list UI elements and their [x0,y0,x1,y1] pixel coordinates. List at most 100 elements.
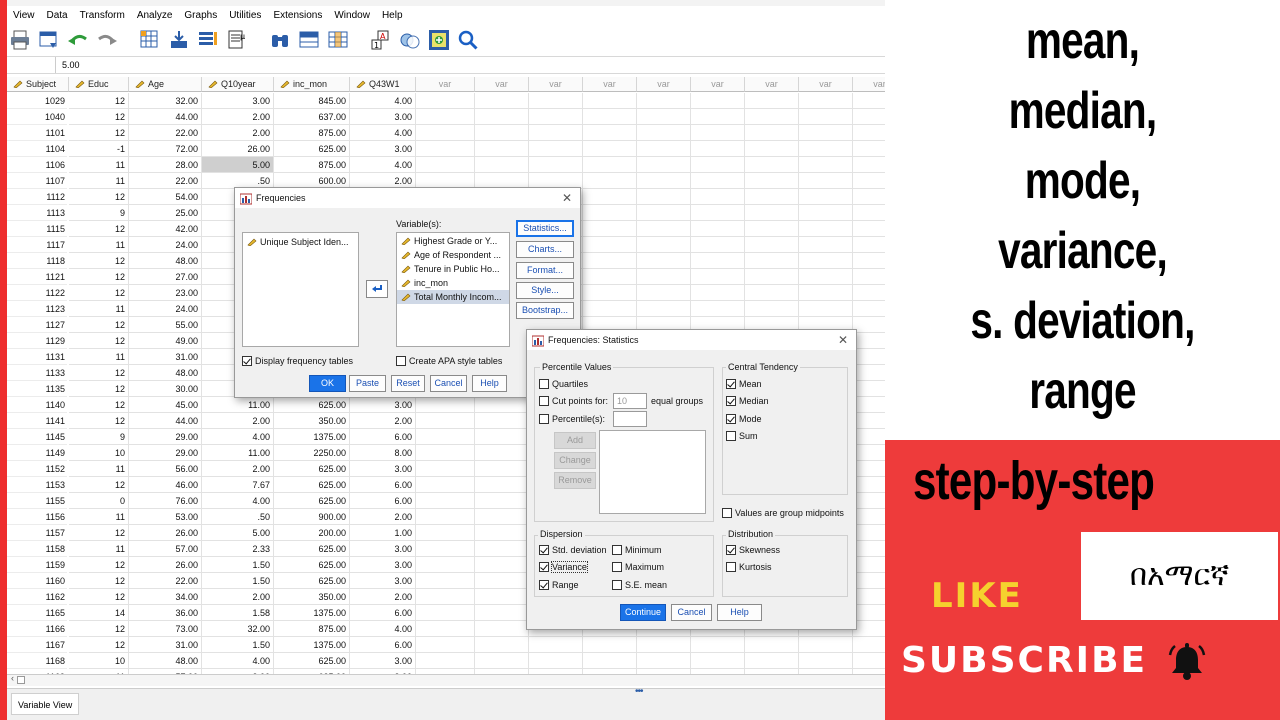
empty-cell[interactable] [853,333,885,349]
data-cell[interactable]: 3.00 [350,141,416,157]
data-cell[interactable]: 12 [69,525,129,541]
empty-cell[interactable] [637,637,691,653]
move-variable-button[interactable] [366,280,388,298]
list-item[interactable]: Tenure in Public Ho... [397,262,509,276]
subject-cell[interactable]: 1155 [7,493,67,509]
empty-variable-header[interactable]: var [799,77,853,92]
data-cell[interactable]: .50 [202,509,274,525]
empty-cell[interactable] [853,573,885,589]
data-cell[interactable]: 4.00 [202,493,274,509]
empty-cell[interactable] [416,141,475,157]
empty-cell[interactable] [475,541,529,557]
data-cell[interactable]: 23.00 [129,285,202,301]
data-cell[interactable]: 1375.00 [274,429,350,445]
help-button[interactable]: Help [717,604,762,621]
subject-cell[interactable]: 1145 [7,429,67,445]
bootstrap-button[interactable]: Bootstrap... [516,302,574,319]
empty-cell[interactable] [691,653,745,669]
empty-cell[interactable] [745,221,799,237]
data-cell[interactable]: 12 [69,477,129,493]
data-cell[interactable]: 200.00 [274,525,350,541]
empty-cell[interactable] [416,621,475,637]
data-cell[interactable]: 12 [69,333,129,349]
ok-button[interactable]: OK [309,375,346,392]
mean-checkbox[interactable]: Mean [726,377,762,391]
empty-cell[interactable] [416,109,475,125]
data-cell[interactable]: 3.00 [350,461,416,477]
empty-cell[interactable] [637,205,691,221]
empty-cell[interactable] [853,653,885,669]
data-cell[interactable]: 31.00 [129,637,202,653]
close-icon[interactable]: ✕ [838,333,848,347]
empty-cell[interactable] [853,541,885,557]
data-cell[interactable]: 12 [69,285,129,301]
data-cell[interactable]: 29.00 [129,429,202,445]
data-cell[interactable]: 57.00 [129,541,202,557]
empty-cell[interactable] [853,381,885,397]
empty-cell[interactable] [637,109,691,125]
empty-cell[interactable] [853,557,885,573]
empty-cell[interactable] [583,301,637,317]
empty-cell[interactable] [691,205,745,221]
data-cell[interactable]: 2.00 [202,589,274,605]
insert-variable-icon[interactable] [325,27,351,53]
data-cell[interactable]: 12 [69,221,129,237]
range-checkbox[interactable]: Range [539,578,579,592]
empty-cell[interactable] [799,653,853,669]
empty-cell[interactable] [583,269,637,285]
subject-cell[interactable]: 1040 [7,109,67,125]
empty-cell[interactable] [799,189,853,205]
subject-cell[interactable]: 1168 [7,653,67,669]
menu-transform[interactable]: Transform [74,8,131,24]
empty-cell[interactable] [475,429,529,445]
empty-cell[interactable] [799,253,853,269]
data-cell[interactable]: 76.00 [129,493,202,509]
empty-cell[interactable] [745,157,799,173]
empty-cell[interactable] [853,477,885,493]
std-deviation-checkbox[interactable]: Std. deviation [539,543,607,557]
empty-cell[interactable] [853,125,885,141]
empty-cell[interactable] [799,205,853,221]
data-cell[interactable]: 9 [69,205,129,221]
data-cell[interactable]: 11 [69,157,129,173]
empty-cell[interactable] [745,125,799,141]
empty-cell[interactable] [475,525,529,541]
empty-cell[interactable] [529,637,583,653]
data-cell[interactable]: 12 [69,589,129,605]
data-cell[interactable]: 3.00 [350,541,416,557]
data-cell[interactable]: 625.00 [274,653,350,669]
empty-variable-header[interactable]: var [691,77,745,92]
data-cell[interactable]: 350.00 [274,589,350,605]
empty-cell[interactable] [853,637,885,653]
empty-cell[interactable] [583,285,637,301]
subject-cell[interactable]: 1156 [7,509,67,525]
empty-cell[interactable] [799,301,853,317]
data-cell[interactable]: 12 [69,365,129,381]
subject-cell[interactable]: 1160 [7,573,67,589]
empty-cell[interactable] [745,93,799,109]
empty-cell[interactable] [475,621,529,637]
empty-cell[interactable] [853,141,885,157]
data-cell[interactable]: 44.00 [129,109,202,125]
empty-cell[interactable] [583,93,637,109]
data-cell[interactable]: 25.00 [129,205,202,221]
reset-button[interactable]: Reset [391,375,425,392]
data-cell[interactable]: 73.00 [129,621,202,637]
horizontal-scrollbar[interactable]: ‹ [7,673,885,686]
data-cell[interactable]: 11 [69,541,129,557]
empty-cell[interactable] [691,253,745,269]
data-cell[interactable]: 48.00 [129,653,202,669]
percentile-list[interactable] [599,430,706,514]
data-cell[interactable]: 2250.00 [274,445,350,461]
data-cell[interactable]: 875.00 [274,125,350,141]
statistics-button[interactable]: Statistics... [516,220,574,237]
column-header[interactable]: Age [129,77,202,92]
empty-cell[interactable] [745,189,799,205]
list-item[interactable]: Unique Subject Iden... [243,235,358,249]
subject-cell[interactable]: 1122 [7,285,67,301]
empty-cell[interactable] [529,109,583,125]
kurtosis-checkbox[interactable]: Kurtosis [726,560,772,574]
empty-cell[interactable] [799,125,853,141]
se-mean-checkbox[interactable]: S.E. mean [612,578,667,592]
empty-cell[interactable] [745,173,799,189]
